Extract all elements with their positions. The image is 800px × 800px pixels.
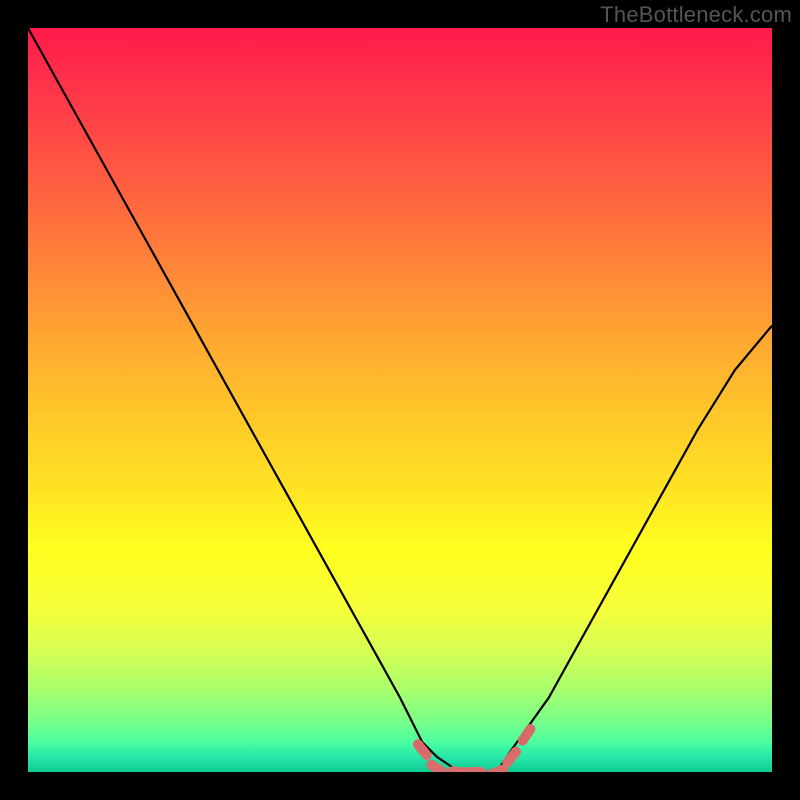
bottleneck-chart: TheBottleneck.com xyxy=(0,0,800,800)
highlight-dash xyxy=(516,722,538,748)
bottom-stripes xyxy=(28,754,772,772)
bottleneck-line xyxy=(28,28,772,772)
curve-layer xyxy=(28,28,772,772)
plot-area xyxy=(28,28,772,772)
watermark-text: TheBottleneck.com xyxy=(600,2,792,28)
main-curve xyxy=(28,28,772,772)
